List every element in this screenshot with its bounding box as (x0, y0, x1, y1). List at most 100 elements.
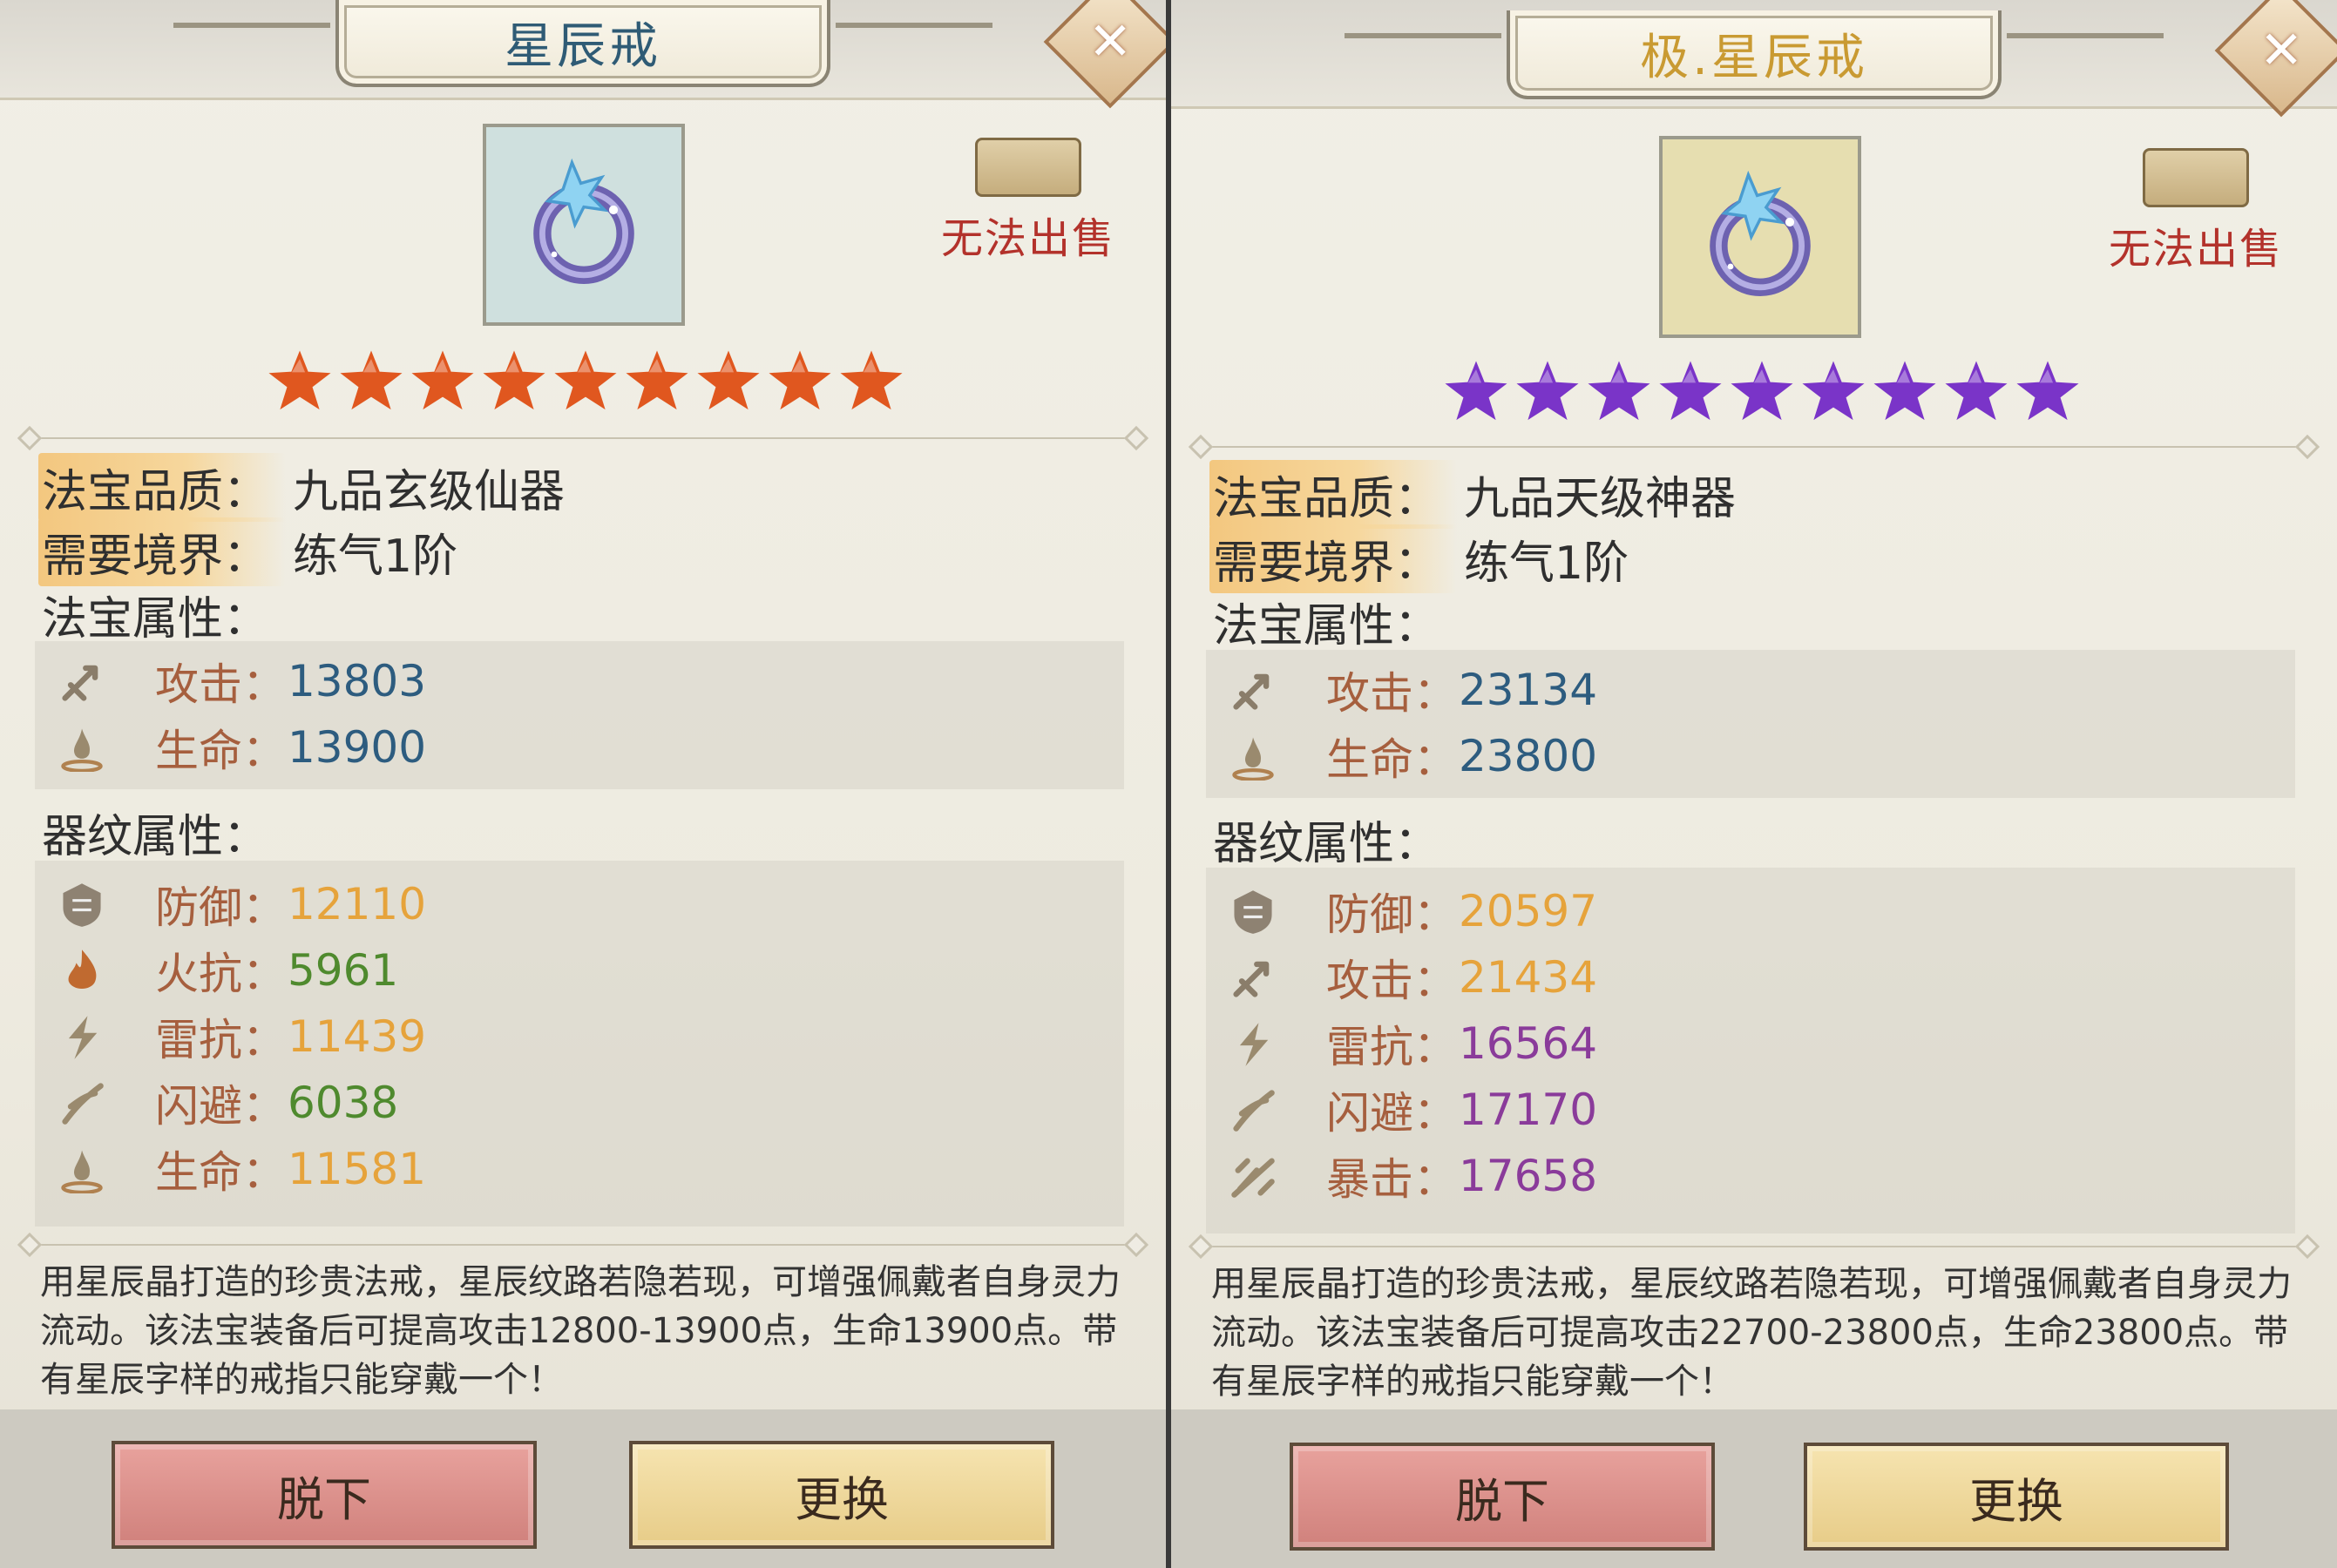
star-icon (267, 348, 333, 418)
dodge-icon (1229, 1085, 1277, 1134)
attack-icon (1229, 953, 1277, 1002)
thunder-resist-icon (1229, 1019, 1277, 1068)
dodge-icon (58, 1078, 106, 1127)
base-attr-box: 攻击： 23134 生命： 23800 (1206, 650, 2295, 798)
ring-icon (1710, 170, 1811, 296)
star-icon (1800, 359, 1866, 429)
item-title: 极.星辰戒 (1640, 29, 1868, 86)
unequip-button[interactable]: 脱下 (1290, 1443, 1715, 1551)
item-panel-right: 极.星辰戒 ✕ 无法出售 法宝品质： 九品天级神器 需要境界： 练气1阶 法宝属… (1171, 0, 2337, 1568)
star-icon (695, 348, 762, 418)
star-icon (767, 348, 833, 418)
attr-value: 11439 (288, 1011, 427, 1062)
item-icon-frame[interactable] (1659, 136, 1861, 338)
realm-label: 需要境界： (38, 517, 287, 586)
attr-name: 攻击： (1326, 956, 1457, 1006)
star-icon (1586, 359, 1652, 429)
attr-row: 生命： 11581 (58, 1138, 426, 1200)
pattern-attr-box: 防御： 20597 攻击： 21434 雷抗： 16564 闪避： 17170 暴击： 17658 (1206, 868, 2295, 1233)
realm-row: 需要境界： 练气1阶 (38, 517, 457, 586)
title-plate: 星辰戒 (173, 0, 992, 87)
attr-name: 攻击： (1326, 668, 1457, 719)
attr-value: 6038 (288, 1078, 399, 1128)
star-icon (1729, 359, 1795, 429)
quality-value: 九品天级神器 (1464, 473, 1737, 525)
title-plate: 极.星辰戒 (1345, 10, 2164, 99)
item-description: 用星辰晶打造的珍贵法戒，星辰纹路若隐若现，可增强佩戴者自身灵力流动。该法宝装备后… (40, 1262, 1121, 1400)
star-rating (267, 348, 904, 418)
defense-icon (58, 880, 106, 929)
quality-label: 法宝品质： (1209, 460, 1458, 529)
quality-row: 法宝品质： 九品玄级仙器 (38, 453, 565, 522)
attr-value: 13900 (288, 722, 427, 773)
attr-row: 防御： 20597 (1229, 880, 1597, 943)
item-title: 星辰戒 (505, 17, 661, 75)
item-icon-frame[interactable] (483, 124, 685, 326)
star-icon (2015, 359, 2081, 429)
chest-icon (2143, 148, 2249, 207)
divider (1206, 1246, 2302, 1247)
attr-name: 生命： (155, 1147, 286, 1198)
attr-name: 雷抗： (155, 1015, 286, 1065)
base-attr-box: 攻击： 13803 生命： 13900 (35, 641, 1124, 789)
star-icon (838, 348, 904, 418)
attr-name: 生命： (1326, 734, 1457, 785)
attr-row: 生命： 23800 (1229, 725, 1597, 787)
attr-name: 暴击： (1326, 1154, 1457, 1205)
quality-value: 九品玄级仙器 (293, 466, 566, 518)
attr-row: 雷抗： 11439 (58, 1005, 426, 1068)
star-icon (1514, 359, 1581, 429)
life-icon (58, 723, 106, 772)
attr-row: 暴击： 17658 (1229, 1145, 1597, 1207)
attr-value: 5961 (288, 945, 399, 996)
attack-icon (58, 657, 106, 706)
attr-name: 火抗： (155, 949, 286, 999)
quality-label: 法宝品质： (38, 453, 287, 522)
attr-name: 生命： (155, 726, 286, 776)
realm-row: 需要境界： 练气1阶 (1209, 524, 1629, 593)
star-icon (552, 348, 619, 418)
star-rating (1443, 359, 2081, 429)
fire-resist-icon (58, 946, 106, 995)
star-icon (481, 348, 547, 418)
pattern-attr-box: 防御： 12110 火抗： 5961 雷抗： 11439 闪避： 6038 生命： 11581 (35, 861, 1124, 1227)
unsellable-label: 无法出售 (2108, 225, 2283, 274)
attr-row: 生命： 13900 (58, 716, 426, 779)
close-icon: ✕ (2259, 20, 2304, 81)
attr-value: 21434 (1459, 952, 1598, 1003)
attack-icon (1229, 666, 1277, 714)
attr-value: 23134 (1459, 665, 1598, 715)
unsellable-tag: 无法出售 (932, 138, 1124, 265)
chest-icon (975, 138, 1081, 197)
attr-name: 闪避： (1326, 1088, 1457, 1139)
star-icon (410, 348, 476, 418)
replace-button[interactable]: 更换 (629, 1441, 1054, 1549)
star-icon (624, 348, 690, 418)
realm-value: 练气1阶 (293, 531, 458, 583)
life-icon (58, 1145, 106, 1193)
pattern-attr-title: 器纹属性： (1213, 818, 1440, 870)
attr-row: 闪避： 6038 (58, 1071, 398, 1134)
attr-value: 16564 (1459, 1018, 1598, 1069)
attr-value: 23800 (1459, 731, 1598, 781)
attr-value: 11581 (288, 1144, 427, 1194)
star-icon (338, 348, 404, 418)
star-icon (1657, 359, 1724, 429)
pattern-attr-title: 器纹属性： (42, 811, 269, 863)
attr-name: 攻击： (155, 659, 286, 710)
divider (35, 437, 1131, 439)
attr-row: 雷抗： 16564 (1229, 1012, 1597, 1075)
attr-name: 雷抗： (1326, 1022, 1457, 1072)
attr-row: 防御： 12110 (58, 873, 426, 936)
star-icon (1872, 359, 1938, 429)
attr-value: 17170 (1459, 1085, 1598, 1135)
close-icon: ✕ (1087, 11, 1133, 73)
replace-button[interactable]: 更换 (1804, 1443, 2229, 1551)
star-icon (1943, 359, 2009, 429)
attr-name: 防御： (1326, 889, 1457, 940)
attr-value: 13803 (288, 656, 427, 706)
divider (35, 1244, 1131, 1246)
life-icon (1229, 732, 1277, 781)
unequip-button[interactable]: 脱下 (112, 1441, 537, 1549)
attr-row: 攻击： 13803 (58, 650, 426, 713)
